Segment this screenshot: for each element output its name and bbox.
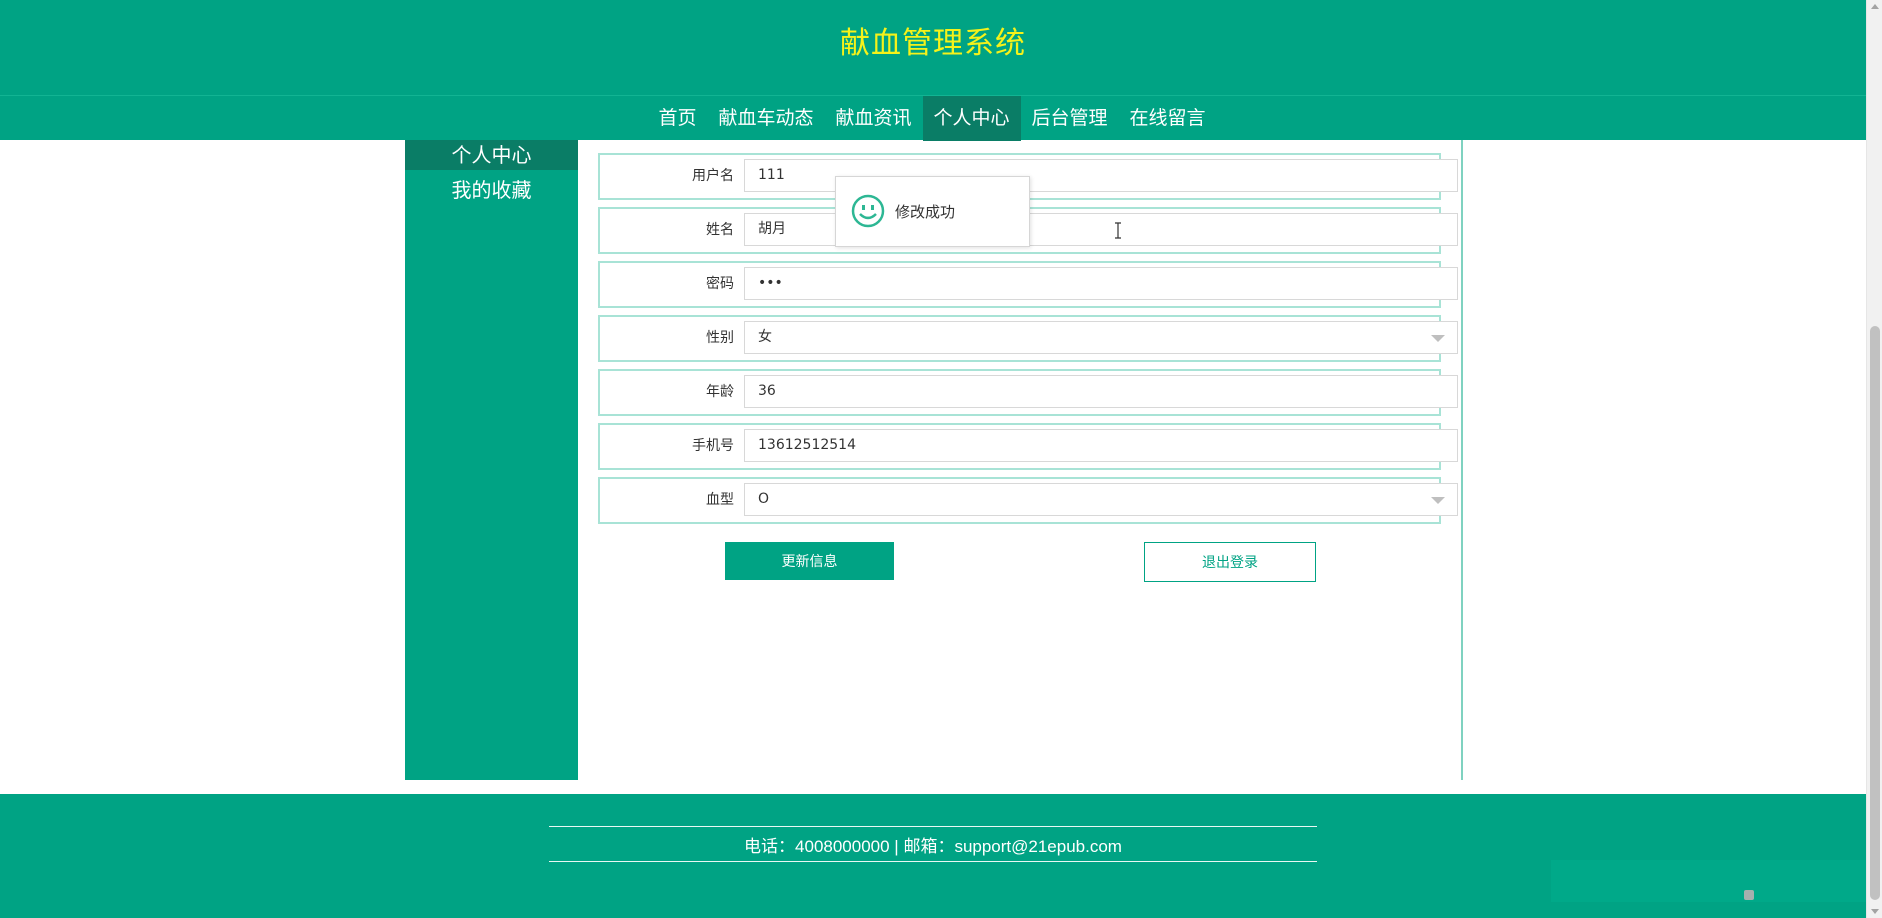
site-title: 献血管理系统	[840, 26, 1026, 61]
password-input[interactable]: •••	[744, 267, 1458, 300]
name-label: 姓名	[706, 222, 734, 238]
sidebar-item-personal-center[interactable]: 个人中心	[405, 140, 578, 170]
toast-message: 修改成功	[895, 203, 956, 221]
scroll-thumb[interactable]	[1870, 326, 1880, 900]
password-label: 密码	[706, 276, 734, 292]
nav-personal-center[interactable]: 个人中心	[922, 96, 1021, 141]
text-cursor-icon	[1115, 222, 1121, 239]
age-label: 年龄	[706, 384, 734, 400]
gender-select-value: 女	[758, 329, 772, 345]
scroll-down-icon[interactable]	[1871, 909, 1879, 914]
page: 献血管理系统 首页 献血车动态 献血资讯 个人中心 后台管理 在线留言 个人中心…	[0, 0, 1866, 918]
floating-widget[interactable]	[1551, 860, 1866, 902]
blood-type-select[interactable]: O	[744, 483, 1458, 516]
main-nav: 首页 献血车动态 献血资讯 个人中心 后台管理 在线留言	[0, 95, 1866, 141]
scroll-up-icon[interactable]	[1871, 4, 1879, 9]
page-scrollbar[interactable]	[1866, 0, 1882, 918]
sidebar-item-favorites[interactable]: 我的收藏	[405, 172, 578, 208]
username-label: 用户名	[692, 168, 734, 184]
chevron-down-icon	[1431, 497, 1445, 504]
gender-label: 性别	[706, 330, 734, 346]
nav-donation-info[interactable]: 献血资讯	[824, 96, 922, 141]
form-row-age: 年龄 36	[598, 369, 1458, 416]
update-info-button[interactable]: 更新信息	[725, 542, 894, 580]
smile-icon	[851, 194, 885, 228]
shield-icon[interactable]	[1744, 890, 1754, 900]
nav-home[interactable]: 首页	[647, 96, 707, 141]
footer-contact: 电话：4008000000 | 邮箱：support@21epub.com	[744, 837, 1122, 856]
sidebar: 个人中心 我的收藏	[405, 140, 578, 780]
nav-bus-news[interactable]: 献血车动态	[707, 96, 824, 141]
nav-message-board[interactable]: 在线留言	[1119, 96, 1217, 141]
gender-select[interactable]: 女	[744, 321, 1458, 354]
age-input[interactable]: 36	[744, 375, 1458, 408]
form-row-password: 密码 •••	[598, 261, 1458, 308]
phone-label: 手机号	[692, 438, 734, 454]
logout-button[interactable]: 退出登录	[1144, 542, 1316, 582]
blood-type-label: 血型	[706, 492, 734, 508]
form-row-blood-type: 血型 O	[598, 477, 1458, 524]
phone-input[interactable]: 13612512514	[744, 429, 1458, 462]
footer-divider-top	[549, 826, 1317, 827]
form-row-phone: 手机号 13612512514	[598, 423, 1458, 470]
form-row-gender: 性别 女	[598, 315, 1458, 362]
blood-type-select-value: O	[758, 491, 770, 507]
chevron-down-icon	[1431, 335, 1445, 342]
footer-divider-bottom	[549, 861, 1317, 862]
nav-admin[interactable]: 后台管理	[1021, 96, 1119, 141]
success-toast: 修改成功	[835, 176, 1030, 247]
site-header: 献血管理系统 首页 献血车动态 献血资讯 个人中心 后台管理 在线留言	[0, 0, 1866, 141]
